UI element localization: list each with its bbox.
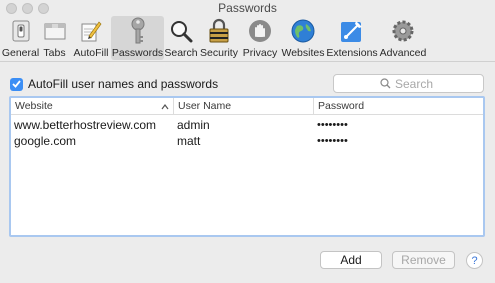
passwords-table[interactable]: Website User Name Password www.betterhos… — [9, 96, 485, 237]
tab-search-label: Search — [164, 47, 198, 59]
key-icon — [125, 17, 151, 44]
tab-privacy-label: Privacy — [242, 47, 278, 59]
tab-passwords-label: Passwords — [111, 47, 164, 59]
preferences-toolbar: General Tabs AutoFill Passwords Search S… — [0, 16, 495, 62]
remove-button[interactable]: Remove — [392, 251, 455, 269]
hand-icon — [247, 18, 273, 44]
column-header-password-label: Password — [318, 100, 365, 112]
tab-general-label: General — [1, 47, 40, 59]
preferences-window: Passwords General Tabs AutoFill Password… — [0, 0, 495, 283]
table-row[interactable]: google.com matt •••••••• — [11, 133, 483, 149]
tab-websites[interactable]: Websites — [280, 16, 326, 60]
tab-extensions[interactable]: Extensions — [326, 16, 378, 60]
table-row[interactable]: www.betterhostreview.com admin •••••••• — [11, 117, 483, 133]
puzzle-icon — [339, 18, 365, 44]
row-website: www.betterhostreview.com — [14, 118, 157, 132]
row-username: matt — [177, 134, 201, 148]
search-icon — [380, 78, 391, 89]
autofill-label[interactable]: AutoFill user names and passwords — [28, 77, 218, 91]
title-bar: Passwords — [0, 0, 495, 16]
row-website: google.com — [14, 134, 77, 148]
search-input[interactable] — [395, 76, 437, 91]
checkmark-icon — [12, 80, 21, 88]
tab-security-label: Security — [200, 47, 238, 59]
tab-search[interactable]: Search — [164, 16, 198, 60]
gears-icon — [390, 18, 416, 44]
row-username: admin — [177, 118, 210, 132]
add-button[interactable]: Add — [320, 251, 382, 269]
help-button[interactable]: ? — [466, 252, 483, 269]
column-header-username-label: User Name — [178, 100, 232, 112]
tab-autofill-label: AutoFill — [73, 47, 109, 59]
tab-websites-label: Websites — [281, 47, 325, 59]
tab-privacy[interactable]: Privacy — [240, 16, 280, 60]
row-password: •••••••• — [317, 119, 348, 131]
tab-tabs-label: Tabs — [43, 47, 66, 59]
general-icon — [8, 18, 34, 44]
tab-advanced-label: Advanced — [379, 47, 427, 59]
column-header-password[interactable]: Password — [314, 98, 483, 114]
row-password: •••••••• — [317, 135, 348, 147]
tab-tabs[interactable]: Tabs — [38, 16, 71, 60]
lock-icon — [206, 18, 232, 44]
tab-advanced[interactable]: Advanced — [378, 16, 428, 60]
search-field[interactable] — [333, 74, 484, 93]
column-header-website-label: Website — [15, 100, 53, 112]
tab-extensions-label: Extensions — [326, 47, 378, 59]
globe-icon — [290, 18, 316, 44]
sort-ascending-icon — [161, 101, 169, 113]
tabs-icon — [42, 18, 68, 44]
autofill-icon — [78, 18, 104, 44]
tab-passwords[interactable]: Passwords — [111, 16, 164, 60]
tab-security[interactable]: Security — [198, 16, 240, 60]
autofill-checkbox[interactable] — [10, 77, 23, 91]
magnifier-icon — [168, 18, 194, 44]
tab-general[interactable]: General — [1, 16, 40, 60]
table-header: Website User Name Password — [11, 98, 483, 115]
window-title: Passwords — [218, 1, 277, 15]
column-header-website[interactable]: Website — [11, 98, 174, 114]
tab-autofill[interactable]: AutoFill — [71, 16, 111, 60]
autofill-option: AutoFill user names and passwords — [10, 77, 218, 91]
column-header-username[interactable]: User Name — [174, 98, 314, 114]
